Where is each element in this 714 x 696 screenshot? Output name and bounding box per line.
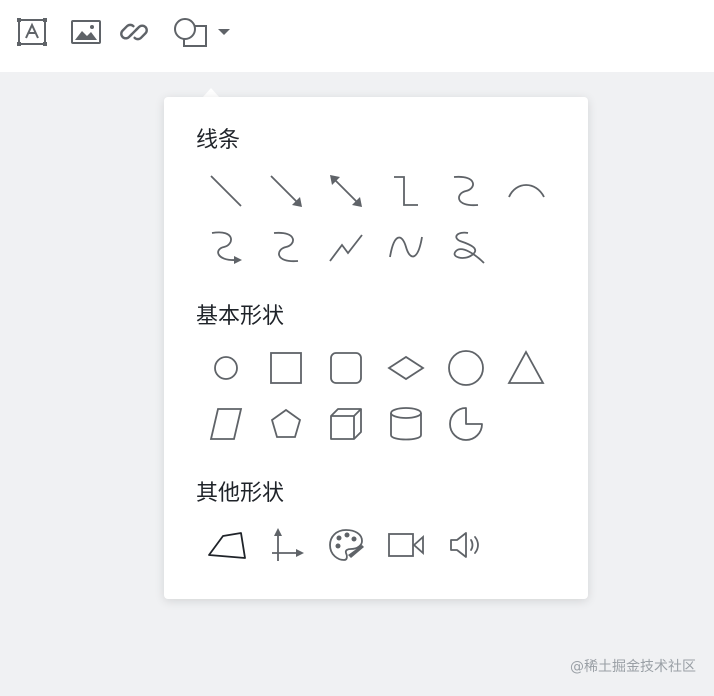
double-arrow-icon <box>330 175 362 207</box>
speaker-option[interactable] <box>436 517 496 573</box>
image-icon <box>71 20 101 44</box>
axes-icon <box>272 528 304 561</box>
lines-grid <box>196 163 556 275</box>
video-icon <box>388 533 424 557</box>
video-option[interactable] <box>376 517 436 573</box>
text-box-button[interactable] <box>16 14 48 50</box>
arc-option[interactable] <box>496 163 556 219</box>
diamond-icon <box>387 355 425 381</box>
curved-arrow-icon <box>211 231 242 264</box>
circle-icon <box>448 350 484 386</box>
rounded-square-icon <box>330 352 362 384</box>
toolbar <box>0 0 714 72</box>
text-box-icon <box>17 18 47 46</box>
s-curve-option[interactable] <box>256 219 316 275</box>
double-arrow-option[interactable] <box>316 163 376 219</box>
quadrilateral-option[interactable] <box>196 517 256 573</box>
image-button[interactable] <box>70 14 102 50</box>
shape-dropdown-button[interactable] <box>172 14 232 50</box>
other-shapes-grid <box>196 517 556 573</box>
link-icon <box>120 23 148 41</box>
triangle-icon <box>507 350 545 384</box>
zigzag-line-icon <box>329 234 363 262</box>
cylinder-icon <box>390 407 422 441</box>
basic-shapes-grid <box>196 340 556 452</box>
arc-icon <box>508 184 545 198</box>
pentagon-icon <box>270 408 302 438</box>
curved-connector-option[interactable] <box>436 163 496 219</box>
quadrilateral-icon <box>208 532 246 559</box>
shape-icon <box>174 18 207 47</box>
arrow-option[interactable] <box>256 163 316 219</box>
small-circle-option[interactable] <box>196 340 256 396</box>
speaker-icon <box>450 532 479 558</box>
cylinder-option[interactable] <box>376 396 436 452</box>
s-curve-icon <box>273 232 299 262</box>
pentagon-option[interactable] <box>256 396 316 452</box>
cube-option[interactable] <box>316 396 376 452</box>
zigzag-line-option[interactable] <box>316 219 376 275</box>
section-title-lines: 线条 <box>196 128 241 153</box>
axes-option[interactable] <box>256 517 316 573</box>
section-title-other-shapes: 其他形状 <box>196 481 285 506</box>
arrow-icon <box>270 175 302 207</box>
wave-line-icon <box>389 236 423 258</box>
parallelogram-option[interactable] <box>196 396 256 452</box>
pie-option[interactable] <box>436 396 496 452</box>
elbow-connector-icon <box>394 176 418 206</box>
palette-option[interactable] <box>316 517 376 573</box>
square-icon <box>270 352 302 384</box>
diamond-option[interactable] <box>376 340 436 396</box>
link-button[interactable] <box>118 14 150 50</box>
freehand-scribble-option[interactable] <box>436 219 496 275</box>
parallelogram-icon <box>209 408 243 440</box>
wave-line-option[interactable] <box>376 219 436 275</box>
watermark: @稀土掘金技术社区 <box>570 659 696 675</box>
line-icon <box>210 175 242 207</box>
triangle-option[interactable] <box>496 340 556 396</box>
elbow-connector-option[interactable] <box>376 163 436 219</box>
circle-option[interactable] <box>436 340 496 396</box>
palette-icon <box>329 529 364 561</box>
rounded-square-option[interactable] <box>316 340 376 396</box>
section-title-basic-shapes: 基本形状 <box>196 304 285 329</box>
curved-connector-icon <box>453 176 479 206</box>
cube-icon <box>330 408 362 440</box>
small-circle-icon <box>214 356 238 380</box>
line-option[interactable] <box>196 163 256 219</box>
shape-popover: 线条 基本形状 其他形状 <box>164 97 588 599</box>
curved-arrow-option[interactable] <box>196 219 256 275</box>
pie-icon <box>449 407 483 441</box>
freehand-scribble-icon <box>453 231 485 264</box>
caret-down-icon <box>218 29 230 35</box>
square-option[interactable] <box>256 340 316 396</box>
